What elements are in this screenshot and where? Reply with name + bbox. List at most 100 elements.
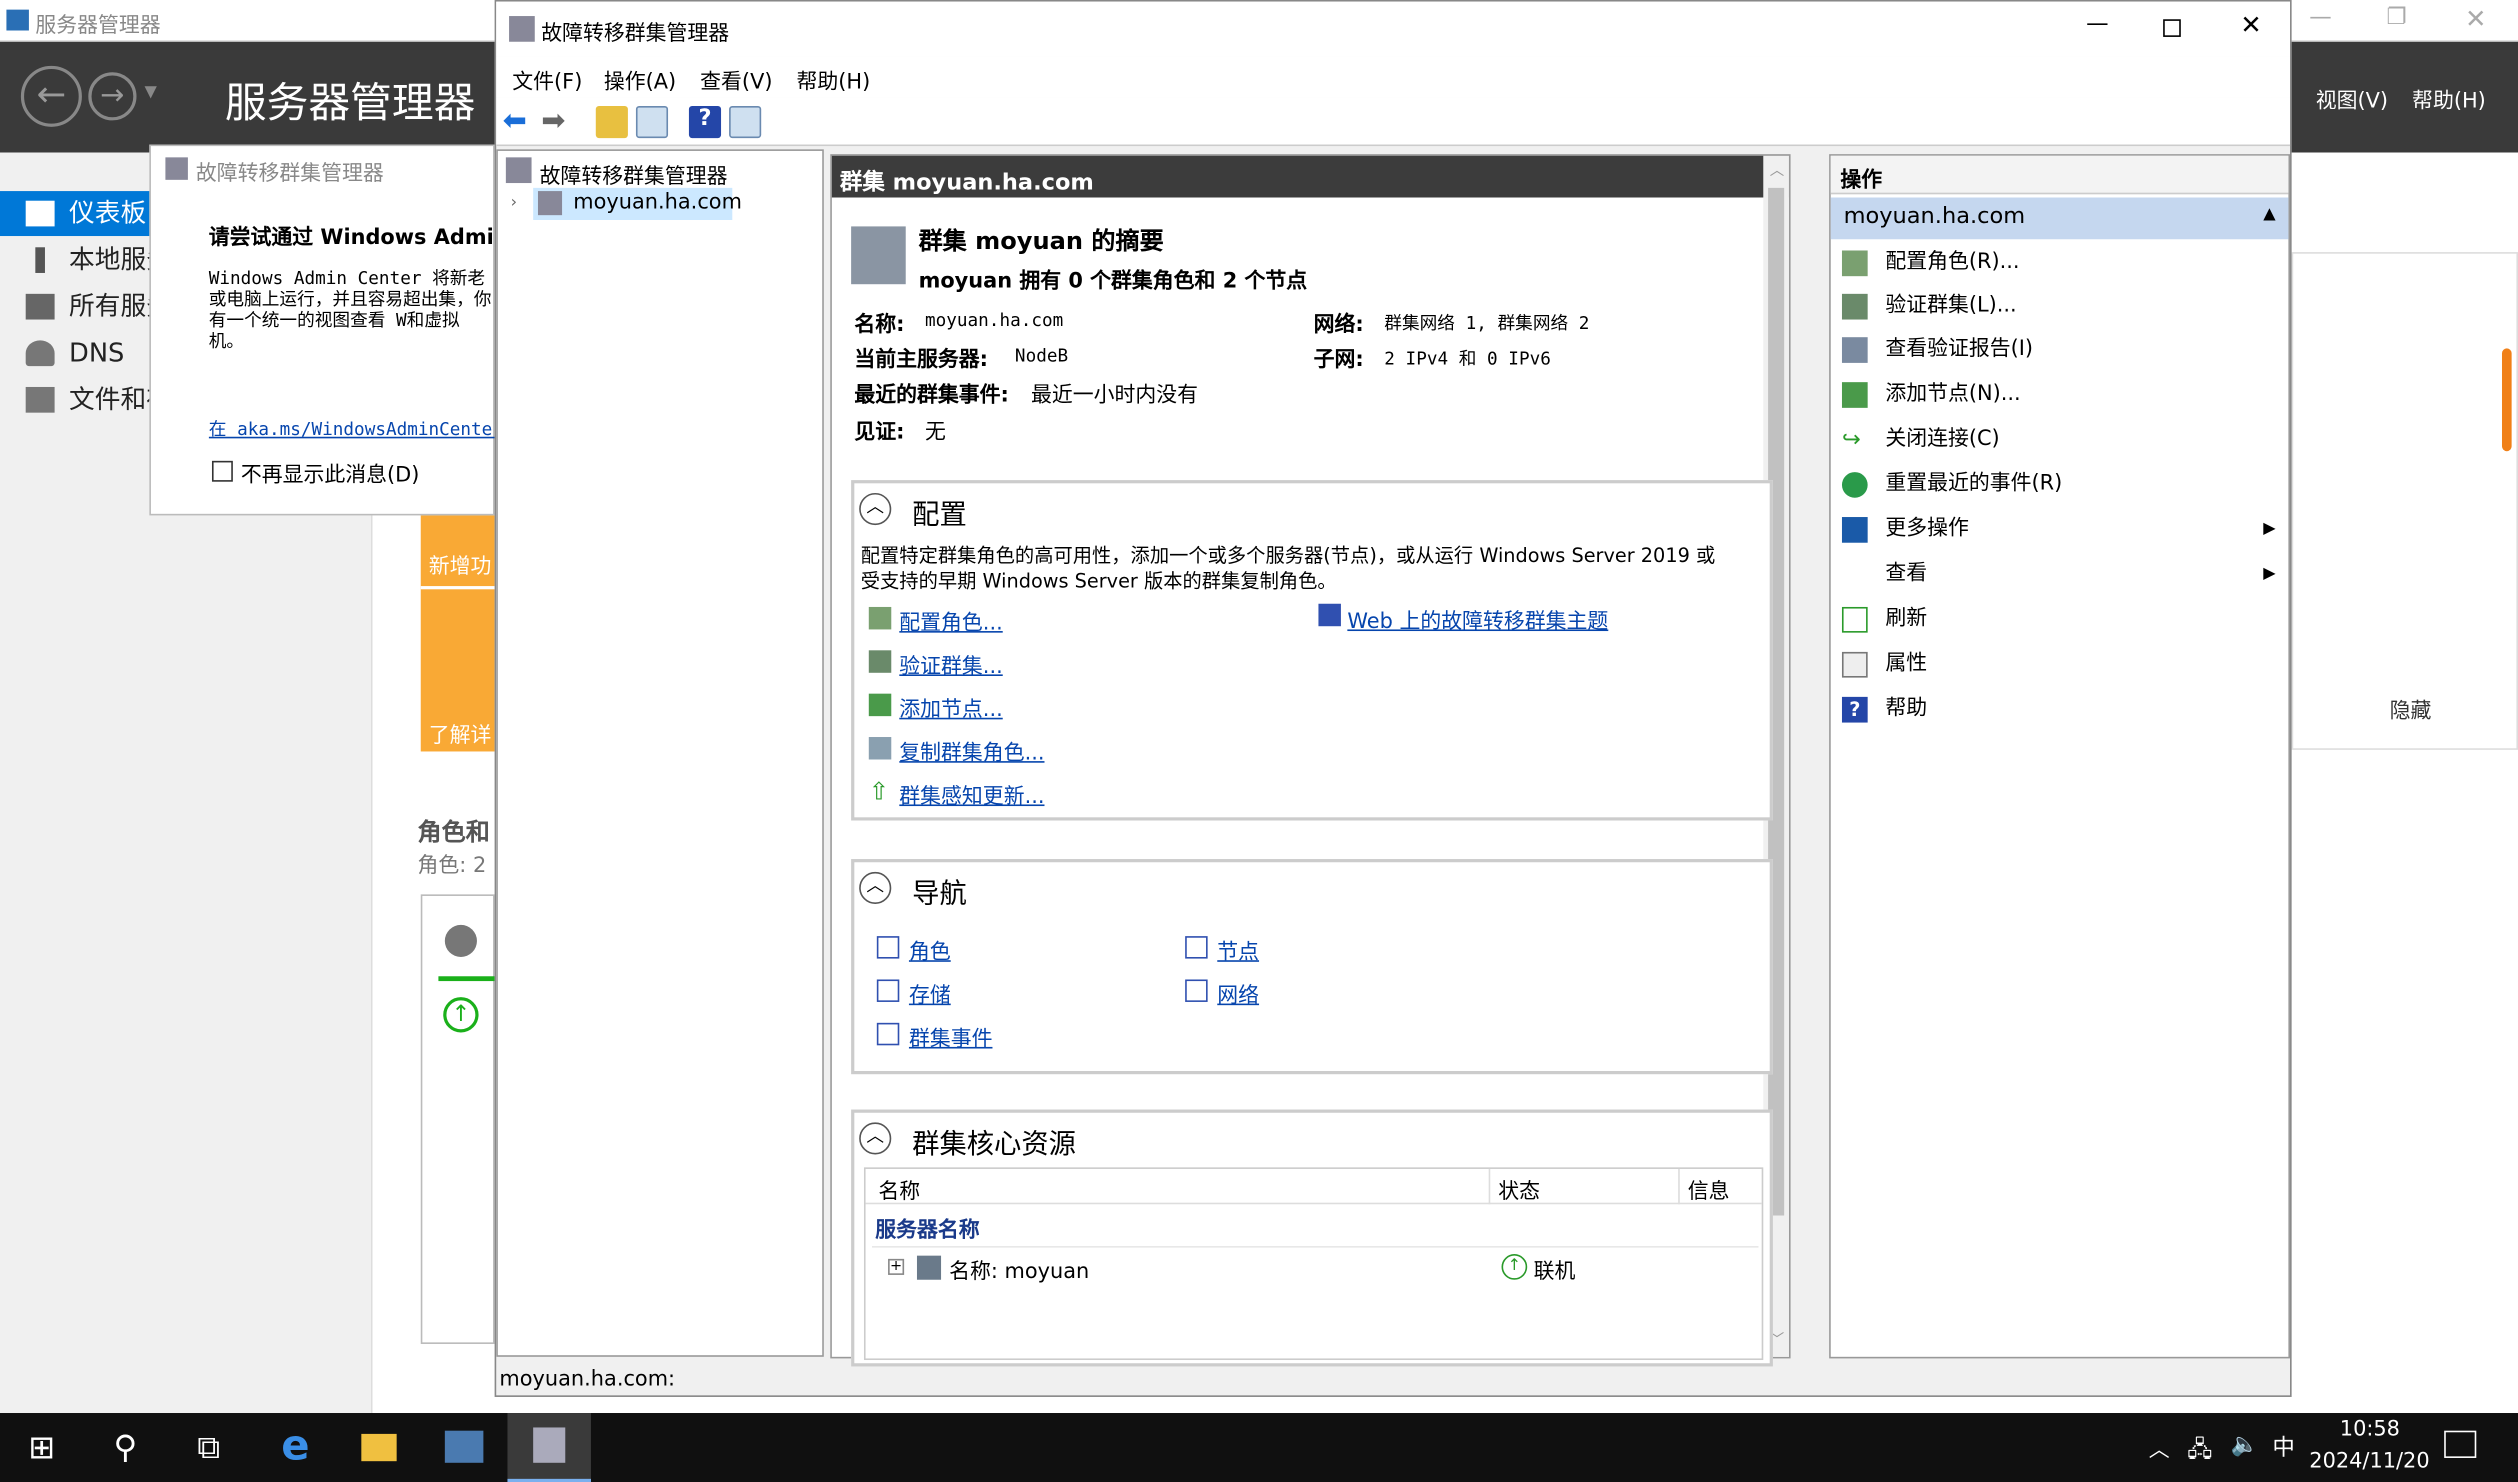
close-button[interactable]: ✕ <box>2240 10 2262 41</box>
update-arrow-icon: ⇧ <box>868 777 889 807</box>
internet-explorer-icon[interactable]: e <box>254 1413 338 1482</box>
forward-arrow-icon[interactable]: ➡ <box>541 105 573 138</box>
collapse-icon[interactable]: ︿ <box>859 871 892 905</box>
nav-networks-link[interactable]: 网络 <box>1217 978 1259 1008</box>
up-folder-icon[interactable] <box>595 105 628 139</box>
close-icon[interactable]: ✕ <box>2465 3 2487 34</box>
wac-popup: 故障转移群集管理器 请尝试通过 Windows Admin C Windows … <box>149 144 495 516</box>
action-configure-role[interactable]: 配置角色(R)... <box>1831 241 2289 286</box>
tree-item-selected[interactable]: moyuan.ha.com <box>533 187 742 220</box>
table-row[interactable]: + 名称: moyuan ↑ 联机 <box>866 1249 1762 1288</box>
role-card[interactable]: ↑ <box>420 894 497 1344</box>
actions-selected-label: moyuan.ha.com <box>1843 203 2026 230</box>
action-view-report[interactable]: 查看验证报告(I) <box>1831 328 2289 373</box>
show-action-pane-icon[interactable] <box>729 105 762 139</box>
collapse-up-icon[interactable]: ▲ <box>2263 206 2275 224</box>
center-pane: 群集 moyuan.ha.com ︿ ﹀ 群集 moyuan 的摘要 moyua… <box>830 154 1791 1367</box>
nav-roles-link[interactable]: 角色 <box>909 935 951 965</box>
search-icon[interactable]: ⚲ <box>84 1413 168 1482</box>
subnet-label: 子网: <box>1313 348 1364 373</box>
menu-view[interactable]: 查看(V) <box>700 64 772 95</box>
tile-learn-label: 了解详 <box>428 724 492 749</box>
taskbar: ⊞ ⚲ ⧉ e ︿ 🖧 🔈 中 10:58 2024/11/20 <box>0 1413 2518 1482</box>
collapse-icon[interactable]: ︿ <box>859 492 892 526</box>
wac-heading: 请尝试通过 Windows Admin C <box>208 226 495 251</box>
show-hide-tree-icon[interactable] <box>635 105 669 139</box>
volume-icon[interactable]: 🔈 <box>2231 1432 2259 1458</box>
scroll-up-icon[interactable]: ︿ <box>1770 159 1784 180</box>
nav-storage-link[interactable]: 存储 <box>909 978 951 1008</box>
back-button[interactable]: ← <box>20 65 82 127</box>
restore-icon[interactable]: ❐ <box>2386 5 2406 31</box>
witness-label: 见证: <box>854 420 905 445</box>
action-reset-events[interactable]: 重置最近的事件(R) <box>1831 462 2289 507</box>
server-icon <box>35 247 45 273</box>
tray-chevron-icon[interactable]: ︿ <box>2149 1432 2170 1463</box>
action-validate[interactable]: 验证群集(L)... <box>1831 284 2289 329</box>
config-title: 配置 <box>912 499 967 532</box>
add-node-link[interactable]: 添加节点... <box>899 692 1002 722</box>
config-section: ︿ 配置 配置特定群集角色的高可用性，添加一个或多个服务器(节点)，或从运行 W… <box>851 480 1773 821</box>
clock-date[interactable]: 2024/11/20 <box>2309 1450 2429 1474</box>
hide-link[interactable]: 隐藏 <box>2390 694 2432 724</box>
menu-help[interactable]: 帮助(H) <box>797 64 871 95</box>
network-icon[interactable]: 🖧 <box>2187 1432 2212 1471</box>
file-explorer-icon[interactable] <box>337 1413 421 1482</box>
task-view-icon[interactable]: ⧉ <box>167 1413 251 1482</box>
core-title: 群集核心资源 <box>912 1128 1076 1161</box>
scrollbar-thumb[interactable] <box>2501 348 2512 452</box>
expand-icon[interactable]: › <box>511 194 517 212</box>
action-view[interactable]: 查看 ▶ <box>1831 552 2289 597</box>
shortcut-icon <box>1185 979 1208 1002</box>
group-divider <box>872 1246 1759 1248</box>
quick-start-tile[interactable]: 新增功 了解详 <box>420 513 495 752</box>
fcm-taskbar-icon[interactable] <box>507 1413 591 1482</box>
dont-show-checkbox[interactable] <box>211 460 233 482</box>
chevron-down-icon[interactable]: ▼ <box>145 83 157 101</box>
nav-events-link[interactable]: 群集事件 <box>909 1021 993 1052</box>
server-manager-taskbar-icon[interactable] <box>422 1413 506 1482</box>
col-info[interactable]: 信息 <box>1688 1174 1730 1204</box>
validate-cluster-link[interactable]: 验证群集... <box>899 649 1002 679</box>
help-icon[interactable]: ? <box>688 105 722 139</box>
action-add-node[interactable]: 添加节点(N)... <box>1831 373 2289 418</box>
col-name[interactable]: 名称 <box>878 1174 920 1204</box>
ime-indicator[interactable]: 中 <box>2272 1431 2294 1463</box>
forward-button[interactable]: → <box>88 72 137 121</box>
clock-time[interactable]: 10:58 <box>2340 1418 2400 1442</box>
menu-action[interactable]: 操作(A) <box>604 64 676 95</box>
col-status[interactable]: 状态 <box>1498 1174 1540 1204</box>
collapse-icon[interactable]: ︿ <box>859 1122 892 1155</box>
wac-popup-title: 故障转移群集管理器 <box>195 162 384 187</box>
configure-role-link[interactable]: 配置角色... <box>899 605 1002 636</box>
maximize-button[interactable] <box>2163 19 2181 37</box>
cluster-icon <box>537 191 563 216</box>
minimize-button[interactable]: — <box>2086 11 2108 37</box>
back-arrow-icon[interactable]: ⬅ <box>503 105 535 138</box>
action-more[interactable]: 更多操作 ▶ <box>1831 507 2289 552</box>
wac-link[interactable]: 在 aka.ms/WindowsAdminCenter <box>209 416 495 442</box>
tree-root[interactable]: 故障转移群集管理器 <box>540 159 728 189</box>
nav-nodes-link[interactable]: 节点 <box>1217 935 1259 965</box>
copy-roles-link[interactable]: 复制群集角色... <box>899 735 1044 766</box>
nav-title: 导航 <box>912 878 967 911</box>
menu-help[interactable]: 帮助(H) <box>2412 83 2486 114</box>
action-close-connection[interactable]: ↪ 关闭连接(C) <box>1831 417 2289 462</box>
menu-view[interactable]: 视图(V) <box>2316 83 2388 114</box>
minimize-icon[interactable]: — <box>2309 5 2331 31</box>
storage-icon <box>25 386 55 413</box>
menu-file[interactable]: 文件(F) <box>512 64 582 95</box>
action-label: 查看 <box>1885 561 1928 587</box>
expand-plus-icon[interactable]: + <box>888 1258 905 1275</box>
notification-icon[interactable] <box>2444 1430 2477 1458</box>
actions-selected[interactable]: moyuan.ha.com ▲ <box>1830 197 2289 240</box>
network-value: 群集网络 1, 群集网络 2 <box>1384 313 1590 334</box>
action-properties[interactable]: 属性 <box>1831 642 2289 687</box>
start-windows-icon[interactable]: ⊞ <box>0 1413 84 1482</box>
action-refresh[interactable]: 刷新 <box>1831 597 2289 642</box>
action-label: 更多操作 <box>1885 517 1969 542</box>
tree-child-label: moyuan.ha.com <box>573 191 742 216</box>
web-topics-link[interactable]: Web 上的故障转移群集主题 <box>1347 604 1608 634</box>
action-help[interactable]: ? 帮助 <box>1831 687 2289 732</box>
cluster-aware-update-link[interactable]: 群集感知更新... <box>899 779 1044 809</box>
